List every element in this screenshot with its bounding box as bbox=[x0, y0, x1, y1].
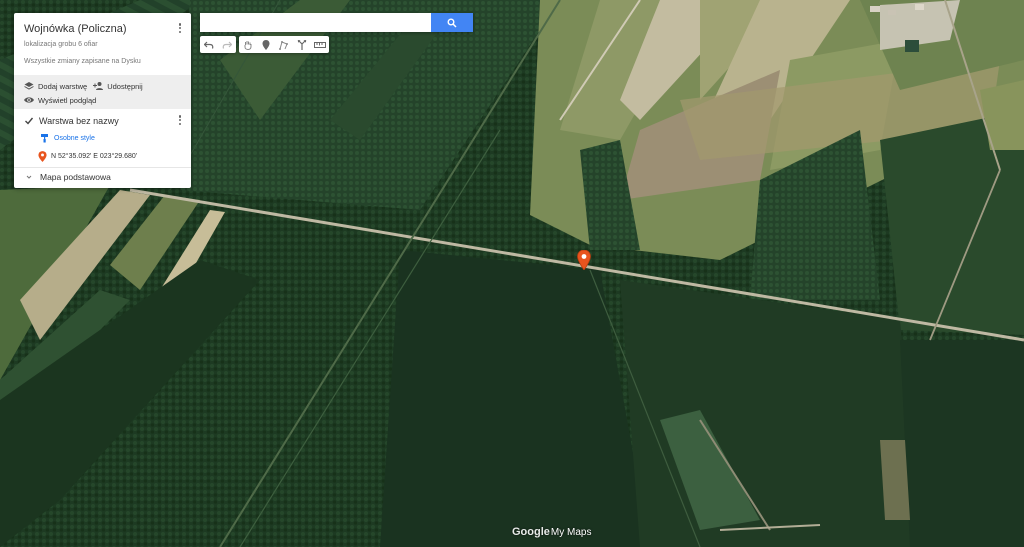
add-layer-button[interactable]: Dodaj warstwę bbox=[24, 81, 87, 91]
point-coordinates: N 52°35.092' E 023°29.680' bbox=[51, 153, 138, 160]
location-marker[interactable] bbox=[577, 249, 591, 271]
checkbox-icon[interactable] bbox=[24, 116, 34, 126]
eye-icon bbox=[24, 97, 34, 103]
map-actions: Dodaj warstwę Udostępnij Wyświetl podglą… bbox=[14, 75, 191, 109]
base-map-label: Mapa podstawowa bbox=[40, 172, 111, 182]
undo-button[interactable] bbox=[200, 36, 218, 53]
redo-button[interactable] bbox=[218, 36, 236, 53]
redo-icon bbox=[222, 41, 232, 49]
share-label: Udostępnij bbox=[107, 81, 143, 91]
pin-icon bbox=[38, 151, 47, 162]
tools-group bbox=[239, 36, 329, 53]
layer-options-kebab-icon[interactable] bbox=[175, 113, 185, 127]
draw-line-button[interactable] bbox=[275, 36, 293, 53]
layers-icon bbox=[24, 82, 34, 90]
polygon-icon bbox=[279, 40, 288, 50]
measure-button[interactable] bbox=[311, 36, 329, 53]
preview-label: Wyświetl podgląd bbox=[38, 95, 97, 105]
map-toolbar bbox=[200, 36, 329, 53]
add-marker-button[interactable] bbox=[257, 36, 275, 53]
undo-redo-group bbox=[200, 36, 236, 53]
save-status: Wszystkie zmiany zapisane na Dysku bbox=[24, 58, 141, 65]
hand-icon bbox=[244, 40, 252, 50]
share-button[interactable]: Udostępnij bbox=[93, 81, 143, 91]
map-details-panel: Wojnówka (Policzna) lokalizacja grobu 6 … bbox=[14, 13, 191, 188]
select-pan-button[interactable] bbox=[239, 36, 257, 53]
map-subtitle[interactable]: lokalizacja grobu 6 ofiar bbox=[24, 41, 181, 48]
logo-google-text: Google bbox=[512, 526, 550, 538]
add-directions-button[interactable] bbox=[293, 36, 311, 53]
marker-icon bbox=[262, 39, 270, 50]
point-item[interactable]: N 52°35.092' E 023°29.680' bbox=[38, 151, 181, 162]
map-title[interactable]: Wojnówka (Policzna) bbox=[24, 23, 181, 35]
search-button[interactable] bbox=[431, 13, 473, 32]
map-options-kebab-icon[interactable] bbox=[175, 21, 185, 35]
layer-style-link[interactable]: Osobne style bbox=[40, 133, 181, 143]
layer-item: Warstwa bez nazwy Osobne style N 52°35.0… bbox=[14, 109, 191, 167]
undo-icon bbox=[204, 41, 214, 49]
search-bar bbox=[200, 13, 473, 32]
paint-roller-icon bbox=[41, 134, 48, 143]
add-person-icon bbox=[93, 82, 104, 90]
map-header: Wojnówka (Policzna) lokalizacja grobu 6 … bbox=[14, 13, 191, 75]
base-map-item[interactable]: Mapa podstawowa bbox=[14, 167, 191, 186]
google-my-maps-logo: Google My Maps bbox=[512, 526, 591, 538]
route-icon bbox=[297, 39, 307, 50]
layer-style-label: Osobne style bbox=[54, 134, 95, 142]
search-input[interactable] bbox=[200, 13, 431, 32]
preview-button[interactable]: Wyświetl podgląd bbox=[24, 95, 96, 105]
map-pin-icon bbox=[577, 249, 591, 271]
add-layer-label: Dodaj warstwę bbox=[38, 81, 88, 91]
layer-name[interactable]: Warstwa bez nazwy bbox=[39, 116, 119, 126]
chevron-icon bbox=[26, 175, 32, 179]
ruler-icon bbox=[314, 41, 326, 48]
search-icon bbox=[447, 18, 457, 28]
logo-mymaps-text: My Maps bbox=[550, 527, 592, 538]
